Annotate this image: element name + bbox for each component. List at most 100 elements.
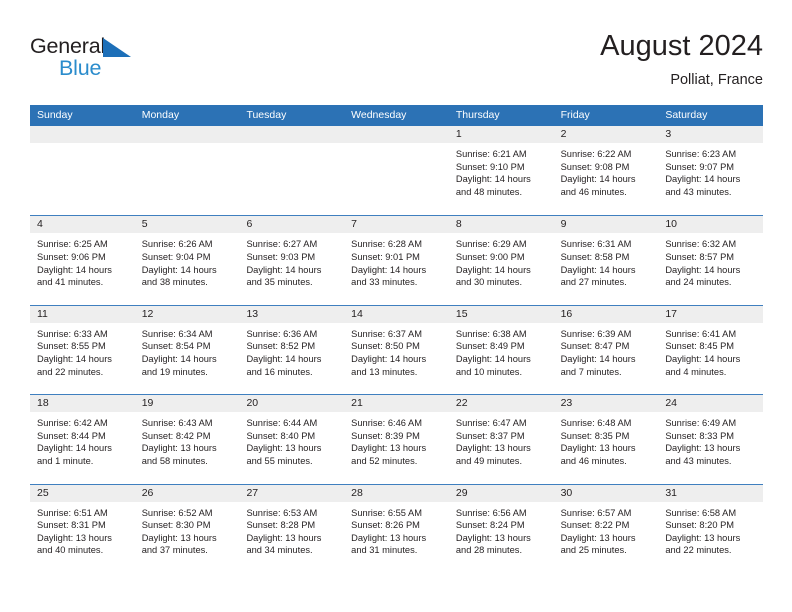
calendar-day-cell[interactable]: 24 Sunrise: 6:49 AM Sunset: 8:33 PM Dayligh…: [658, 395, 764, 483]
sunrise-text: Sunrise: 6:56 AM: [455, 507, 527, 518]
day-details: Sunrise: 6:39 AM Sunset: 8:47 PM Daylight:…: [554, 323, 659, 378]
day-number-band: 31: [658, 484, 764, 502]
day-details: Sunrise: 6:21 AM Sunset: 9:10 PM Daylight:…: [449, 143, 554, 198]
day-details: Sunrise: 6:49 AM Sunset: 8:33 PM Daylight:…: [658, 412, 763, 467]
day-number-band: 3: [658, 126, 764, 143]
sunrise-text: Sunrise: 6:23 AM: [665, 149, 737, 159]
day-number-band: [30, 126, 135, 143]
calendar-day-cell[interactable]: 29 Sunrise: 6:56 AM Sunset: 8:24 PM Dayligh…: [448, 484, 554, 573]
calendar-day-cell[interactable]: 6 Sunrise: 6:27 AM Sunset: 9:03 PM Daylight…: [239, 216, 345, 304]
day-details: Sunrise: 6:44 AM Sunset: 8:40 PM Daylight:…: [239, 412, 344, 467]
sunrise-text: Sunrise: 6:25 AM: [37, 239, 108, 250]
daylight-text: Daylight: 14 hours and 1 minute.: [37, 443, 112, 466]
calendar-day-cell[interactable]: 13 Sunrise: 6:36 AM Sunset: 8:52 PM Dayligh…: [239, 305, 345, 394]
daylight-text: Daylight: 13 hours and 22 minutes.: [665, 532, 741, 556]
calendar-day-cell[interactable]: 2 Sunrise: 6:22 AM Sunset: 9:08 PM Daylight…: [553, 126, 659, 215]
day-number: 1: [455, 128, 462, 140]
sunset-text: Sunset: 8:26 PM: [351, 520, 420, 531]
day-details: Sunrise: 6:31 AM Sunset: 8:58 PM Daylight:…: [554, 233, 659, 288]
day-details: Sunrise: 6:26 AM Sunset: 9:04 PM Daylight:…: [135, 233, 240, 288]
sunrise-text: Sunrise: 6:46 AM: [351, 418, 422, 429]
calendar-day-cell[interactable]: 11 Sunrise: 6:33 AM Sunset: 8:55 PM Dayligh…: [30, 305, 135, 394]
logo-triangle-icon: [103, 38, 131, 57]
day-number: 9: [560, 218, 567, 231]
sunset-text: Sunset: 8:47 PM: [560, 341, 630, 352]
sunset-text: Sunset: 8:22 PM: [560, 520, 630, 531]
calendar-day-cell[interactable]: 1 Sunrise: 6:21 AM Sunset: 9:10 PM Daylight…: [448, 126, 554, 215]
sunset-text: Sunset: 8:33 PM: [665, 430, 735, 441]
calendar-day-cell[interactable]: 28 Sunrise: 6:55 AM Sunset: 8:26 PM Dayligh…: [344, 484, 449, 573]
daylight-text: Daylight: 14 hours and 30 minutes.: [455, 264, 531, 288]
day-number: 2: [560, 128, 567, 140]
calendar-day-cell[interactable]: 3 Sunrise: 6:23 AM Sunset: 9:07 PM Daylight…: [658, 126, 764, 215]
day-number: 26: [141, 486, 154, 499]
day-number: 18: [37, 397, 49, 410]
sunset-text: Sunset: 8:57 PM: [665, 251, 735, 262]
daylight-text: Daylight: 13 hours and 34 minutes.: [246, 532, 322, 556]
calendar-week-row: 1 Sunrise: 6:21 AM Sunset: 9:10 PM Daylight…: [30, 126, 764, 215]
daylight-text: Daylight: 13 hours and 58 minutes.: [141, 443, 217, 466]
weekday-header-thursday: Thursday: [455, 109, 500, 121]
calendar-day-cell[interactable]: 21 Sunrise: 6:46 AM Sunset: 8:39 PM Dayligh…: [344, 395, 449, 483]
calendar-day-cell[interactable]: 17 Sunrise: 6:41 AM Sunset: 8:45 PM Dayligh…: [658, 305, 764, 394]
sunset-text: Sunset: 8:44 PM: [37, 430, 106, 441]
sunset-text: Sunset: 8:54 PM: [141, 341, 211, 352]
day-number: 30: [560, 486, 573, 499]
calendar-day-cell[interactable]: 16 Sunrise: 6:39 AM Sunset: 8:47 PM Dayligh…: [553, 305, 659, 394]
day-details: Sunrise: 6:53 AM Sunset: 8:28 PM Daylight:…: [239, 502, 344, 557]
sunset-text: Sunset: 8:31 PM: [37, 520, 106, 531]
calendar-day-cell[interactable]: 5 Sunrise: 6:26 AM Sunset: 9:04 PM Daylight…: [134, 216, 240, 304]
sunset-text: Sunset: 8:39 PM: [351, 430, 420, 441]
daylight-text: Daylight: 13 hours and 52 minutes.: [351, 443, 427, 466]
sunrise-text: Sunrise: 6:28 AM: [351, 239, 422, 250]
day-number-band: 14: [344, 305, 449, 323]
daylight-text: Daylight: 13 hours and 40 minutes.: [37, 532, 112, 556]
title-block: August 2024 Polliat, France: [600, 28, 763, 90]
calendar-day-cell[interactable]: 27 Sunrise: 6:53 AM Sunset: 8:28 PM Dayligh…: [239, 484, 345, 573]
day-details: Sunrise: 6:38 AM Sunset: 8:49 PM Daylight:…: [449, 323, 554, 378]
calendar-day-cell[interactable]: 19 Sunrise: 6:43 AM Sunset: 8:42 PM Dayligh…: [134, 395, 240, 483]
calendar-day-cell[interactable]: 25 Sunrise: 6:51 AM Sunset: 8:31 PM Dayligh…: [30, 484, 135, 573]
day-number-band: 28: [344, 484, 449, 502]
sunset-text: Sunset: 8:50 PM: [351, 341, 420, 352]
daylight-text: Daylight: 14 hours and 22 minutes.: [37, 353, 112, 377]
calendar-day-cell[interactable]: 18 Sunrise: 6:42 AM Sunset: 8:44 PM Dayligh…: [30, 395, 135, 483]
calendar-page: General Blue August 2024 Polliat, France…: [0, 0, 792, 612]
calendar-day-cell[interactable]: 14 Sunrise: 6:37 AM Sunset: 8:50 PM Dayligh…: [344, 305, 449, 394]
sunset-text: Sunset: 8:20 PM: [665, 520, 735, 531]
calendar-day-cell[interactable]: 15 Sunrise: 6:38 AM Sunset: 8:49 PM Dayligh…: [448, 305, 554, 394]
calendar-day-cell[interactable]: 12 Sunrise: 6:34 AM Sunset: 8:54 PM Dayligh…: [134, 305, 240, 394]
day-details: Sunrise: 6:32 AM Sunset: 8:57 PM Daylight:…: [658, 233, 763, 288]
day-number-band: 5: [134, 216, 240, 234]
day-number-band: 25: [30, 484, 135, 502]
calendar-day-cell[interactable]: 20 Sunrise: 6:44 AM Sunset: 8:40 PM Dayligh…: [239, 395, 345, 483]
general-blue-logo: General Blue: [30, 34, 150, 84]
calendar-day-cell[interactable]: 7 Sunrise: 6:28 AM Sunset: 9:01 PM Daylight…: [344, 216, 449, 304]
calendar-day-cell[interactable]: 22 Sunrise: 6:47 AM Sunset: 8:37 PM Dayligh…: [448, 395, 554, 483]
sunrise-text: Sunrise: 6:47 AM: [455, 418, 527, 429]
calendar-day-cell[interactable]: 10 Sunrise: 6:32 AM Sunset: 8:57 PM Dayligh…: [658, 216, 764, 304]
page-header: General Blue August 2024 Polliat, France: [30, 28, 763, 94]
day-number-band: 20: [239, 395, 345, 413]
sunrise-text: Sunrise: 6:49 AM: [665, 418, 737, 429]
sunrise-text: Sunrise: 6:26 AM: [141, 239, 213, 250]
sunrise-text: Sunrise: 6:44 AM: [246, 418, 318, 429]
calendar-day-cell[interactable]: 23 Sunrise: 6:48 AM Sunset: 8:35 PM Dayligh…: [553, 395, 659, 483]
day-number-band: 15: [448, 305, 554, 323]
calendar-day-cell[interactable]: 9 Sunrise: 6:31 AM Sunset: 8:58 PM Daylight…: [553, 216, 659, 304]
calendar-day-cell[interactable]: 8 Sunrise: 6:29 AM Sunset: 9:00 PM Daylight…: [448, 216, 554, 304]
calendar-day-cell[interactable]: 26 Sunrise: 6:52 AM Sunset: 8:30 PM Dayligh…: [134, 484, 240, 573]
calendar-day-cell[interactable]: 31 Sunrise: 6:58 AM Sunset: 8:20 PM Dayligh…: [658, 484, 764, 573]
calendar-day-cell[interactable]: 4 Sunrise: 6:25 AM Sunset: 9:06 PM Daylight…: [30, 216, 135, 304]
daylight-text: Daylight: 14 hours and 13 minutes.: [351, 353, 427, 377]
daylight-text: Daylight: 14 hours and 38 minutes.: [141, 264, 217, 288]
day-number: 29: [455, 486, 468, 499]
day-number-band: 17: [658, 305, 764, 323]
calendar-day-cell[interactable]: 30 Sunrise: 6:57 AM Sunset: 8:22 PM Dayligh…: [553, 484, 659, 573]
sunset-text: Sunset: 8:42 PM: [141, 430, 211, 441]
calendar-day-cell-empty: [134, 126, 240, 215]
daylight-text: Daylight: 14 hours and 41 minutes.: [37, 264, 112, 288]
day-number-band: 24: [658, 395, 764, 413]
sunrise-text: Sunrise: 6:41 AM: [665, 328, 737, 339]
sunrise-text: Sunrise: 6:27 AM: [246, 239, 318, 250]
